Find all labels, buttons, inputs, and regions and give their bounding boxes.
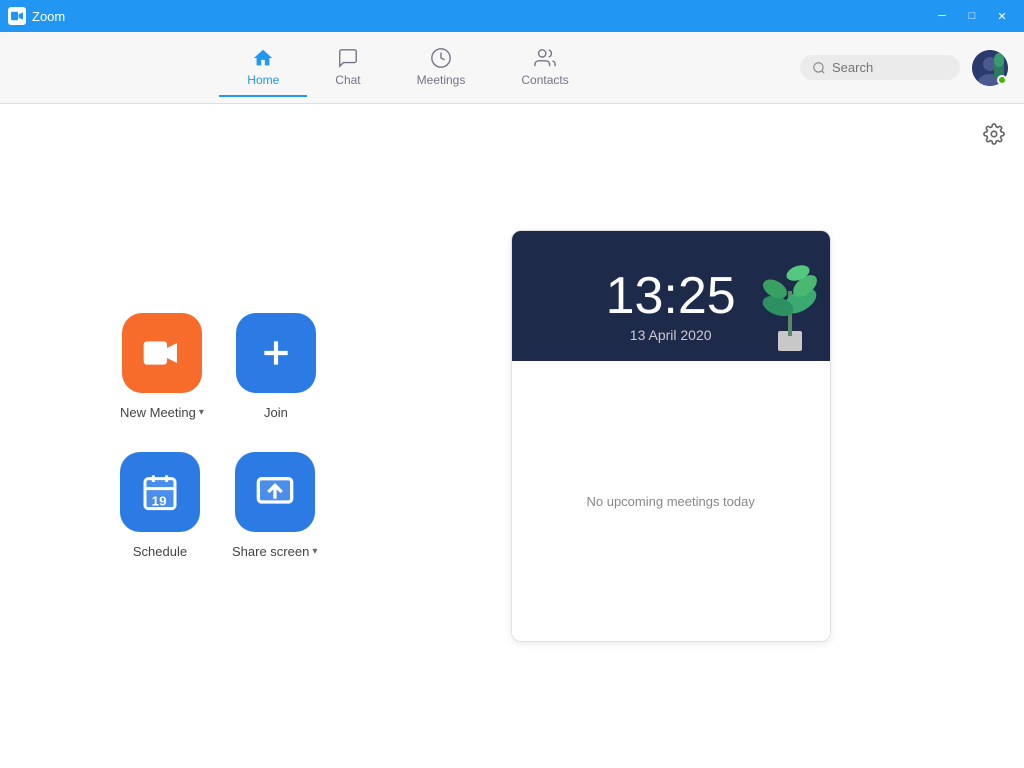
search-area[interactable] <box>800 55 960 80</box>
chat-icon <box>337 47 359 69</box>
join-item[interactable]: Join <box>236 313 316 420</box>
schedule-label: Schedule <box>133 544 187 559</box>
schedule-button[interactable]: 19 <box>120 452 200 532</box>
plant-decoration <box>750 231 830 361</box>
titlebar: Zoom ─ □ ✕ <box>0 0 1024 32</box>
action-row-top: New Meeting ▾ Join <box>120 313 317 420</box>
clock-date: 13 April 2020 <box>630 327 712 343</box>
new-meeting-caret: ▾ <box>199 407 204 418</box>
app-title: Zoom <box>32 9 928 24</box>
join-label: Join <box>264 405 288 420</box>
schedule-item[interactable]: 19 Schedule <box>120 452 200 559</box>
tab-chat-label: Chat <box>335 73 360 87</box>
calendar-panel: 13:25 13 April 2020 No upcoming meetings… <box>317 104 1024 768</box>
avatar-status <box>997 75 1007 85</box>
minimize-button[interactable]: ─ <box>928 2 956 30</box>
contacts-icon <box>534 47 556 69</box>
tab-meetings[interactable]: Meetings <box>389 39 494 97</box>
tab-contacts-label: Contacts <box>521 73 568 87</box>
calendar-card: 13:25 13 April 2020 No upcoming meetings… <box>511 230 831 642</box>
tab-home-label: Home <box>247 73 279 87</box>
plus-icon <box>256 333 296 373</box>
navbar: Home Chat Meetings Contacts <box>0 32 1024 104</box>
clock-time: 13:25 <box>606 266 736 326</box>
settings-button[interactable] <box>980 120 1008 148</box>
tab-home[interactable]: Home <box>219 39 307 97</box>
share-screen-item[interactable]: Share screen ▾ <box>232 452 317 559</box>
tab-contacts[interactable]: Contacts <box>493 39 596 97</box>
meetings-icon <box>430 47 452 69</box>
clock-banner: 13:25 13 April 2020 <box>512 231 830 361</box>
tab-chat[interactable]: Chat <box>307 39 388 97</box>
new-meeting-label: New Meeting ▾ <box>120 405 204 420</box>
share-screen-label: Share screen ▾ <box>232 544 317 559</box>
new-meeting-button[interactable] <box>122 313 202 393</box>
gear-icon <box>983 123 1005 145</box>
share-screen-button[interactable] <box>235 452 315 532</box>
tab-meetings-label: Meetings <box>417 73 466 87</box>
video-camera-icon <box>142 333 182 373</box>
restore-button[interactable]: □ <box>958 2 986 30</box>
join-button[interactable] <box>236 313 316 393</box>
app-icon <box>8 7 26 25</box>
main-content: New Meeting ▾ Join <box>0 104 1024 768</box>
no-meetings-label: No upcoming meetings today <box>586 494 754 509</box>
window-controls: ─ □ ✕ <box>928 2 1016 30</box>
new-meeting-item[interactable]: New Meeting ▾ <box>120 313 204 420</box>
search-icon <box>812 61 826 75</box>
actions-panel: New Meeting ▾ Join <box>0 104 317 768</box>
nav-tabs: Home Chat Meetings Contacts <box>16 39 800 97</box>
close-button[interactable]: ✕ <box>988 2 1016 30</box>
home-icon <box>252 47 274 69</box>
search-input[interactable] <box>832 60 942 75</box>
avatar-container[interactable] <box>972 50 1008 86</box>
meetings-area: No upcoming meetings today <box>512 361 830 641</box>
calendar-icon: 19 <box>140 472 180 512</box>
action-row-bottom: 19 Schedule Share screen <box>120 452 317 559</box>
share-screen-icon <box>255 472 295 512</box>
svg-text:19: 19 <box>152 493 167 508</box>
